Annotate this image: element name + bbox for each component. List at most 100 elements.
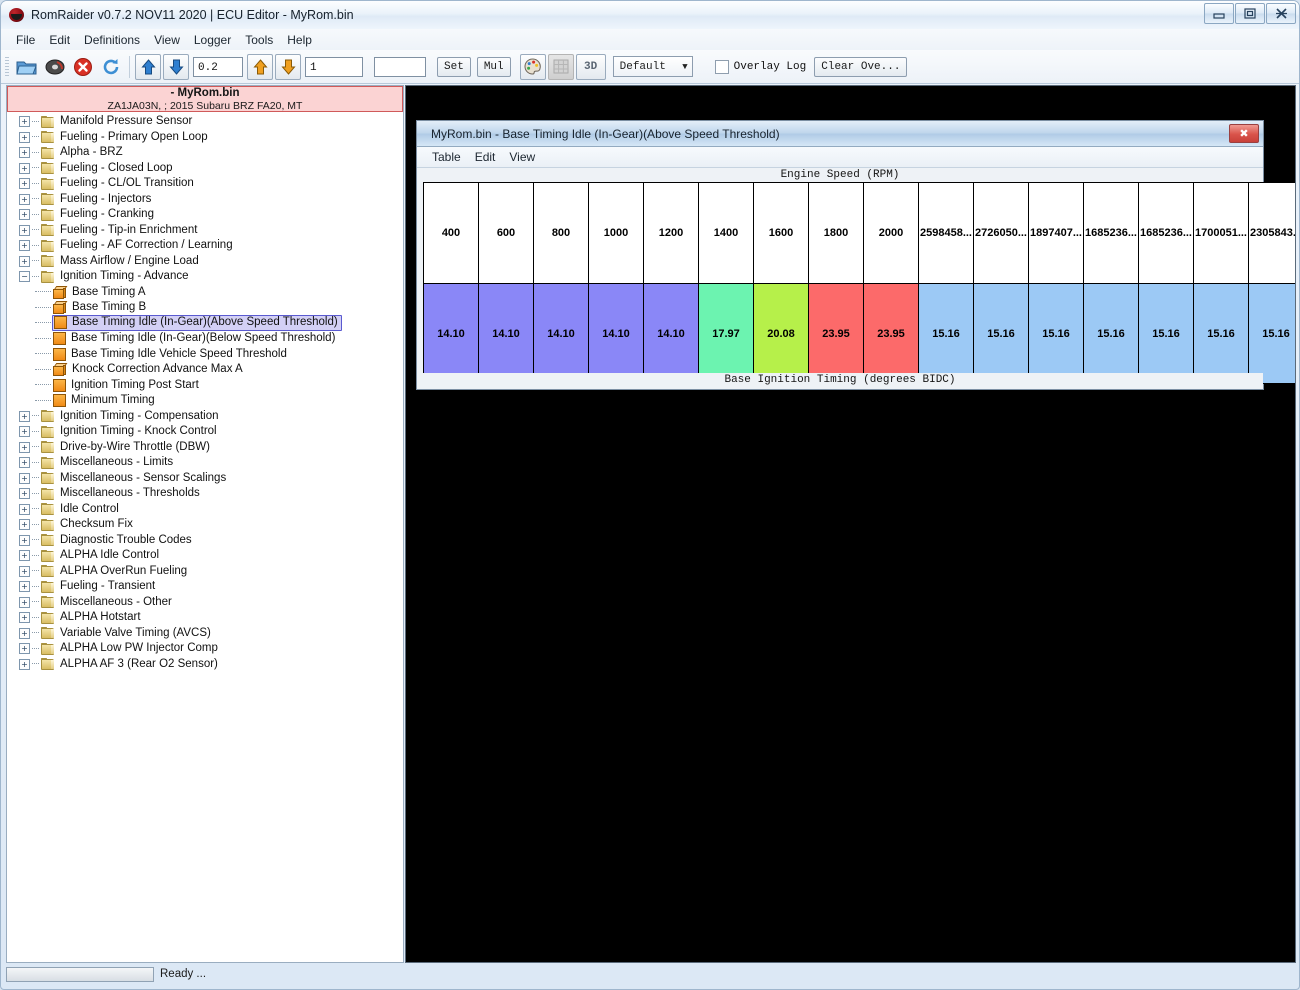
refresh-image-icon[interactable] xyxy=(98,54,124,80)
tree-item-base-timing-idle-in-gear-below-speed-thresho[interactable]: Base Timing Idle (In-Gear)(Below Speed T… xyxy=(7,331,403,347)
table-window-titlebar[interactable]: MyRom.bin - Base Timing Idle (In-Gear)(A… xyxy=(417,121,1263,147)
table-data-cell[interactable]: 14.10 xyxy=(588,283,644,384)
table-data-cell[interactable]: 15.16 xyxy=(1193,283,1249,384)
menu-item-help[interactable]: Help xyxy=(280,31,319,49)
tree-expand-icon[interactable]: + xyxy=(19,581,30,593)
table-data-cell[interactable]: 20.08 xyxy=(753,283,809,384)
tree-item-fueling-tip-in-enrichment[interactable]: + Fueling - Tip-in Enrichment xyxy=(7,223,403,239)
table-data-cell[interactable]: 23.95 xyxy=(863,283,919,384)
tree-item-alpha-idle-control[interactable]: + ALPHA Idle Control xyxy=(7,548,403,564)
layout-select[interactable]: Default ▼ xyxy=(612,56,693,77)
tree-item-fueling-cl-ol-transition[interactable]: + Fueling - CL/OL Transition xyxy=(7,176,403,192)
menu-item-tools[interactable]: Tools xyxy=(238,31,280,49)
table-data-cell[interactable]: 14.10 xyxy=(533,283,589,384)
tree-item-alpha-af-3-rear-o2-sensor[interactable]: + ALPHA AF 3 (Rear O2 Sensor) xyxy=(7,657,403,673)
tree-item-ignition-timing-knock-control[interactable]: + Ignition Timing - Knock Control xyxy=(7,424,403,440)
table-header-cell[interactable]: 1685236... xyxy=(1138,182,1194,284)
rom-header[interactable]: - MyRom.bin ZA1JA03N, ; 2015 Subaru BRZ … xyxy=(7,86,403,112)
table-data-cell[interactable]: 15.16 xyxy=(973,283,1029,384)
table-data-cell[interactable]: 17.97 xyxy=(698,283,754,384)
table-data-cell[interactable]: 15.16 xyxy=(1138,283,1194,384)
tree-item-checksum-fix[interactable]: + Checksum Fix xyxy=(7,517,403,533)
tree-item-ignition-timing-compensation[interactable]: + Ignition Timing - Compensation xyxy=(7,409,403,425)
tree-item-idle-control[interactable]: + Idle Control xyxy=(7,502,403,518)
close-image-icon[interactable] xyxy=(70,54,96,80)
tree-expand-icon[interactable]: + xyxy=(19,519,30,531)
tree-item-minimum-timing[interactable]: Minimum Timing xyxy=(7,393,403,409)
tree-expand-icon[interactable]: + xyxy=(19,162,30,174)
table-header-cell[interactable]: 2305843... xyxy=(1248,182,1295,284)
fine-increment-input[interactable]: 0.2 xyxy=(193,56,243,77)
table-header-cell[interactable]: 1600 xyxy=(753,182,809,284)
tree-item-base-timing-b[interactable]: Base Timing B xyxy=(7,300,403,316)
overlay-log-checkbox[interactable] xyxy=(714,59,729,74)
tree-item-miscellaneous-sensor-scalings[interactable]: + Miscellaneous - Sensor Scalings xyxy=(7,471,403,487)
tree-expand-icon[interactable]: + xyxy=(19,565,30,577)
tree-item-miscellaneous-limits[interactable]: + Miscellaneous - Limits xyxy=(7,455,403,471)
table-header-cell[interactable]: 1685236... xyxy=(1083,182,1139,284)
tree-expand-icon[interactable]: + xyxy=(19,426,30,438)
tree-expand-icon[interactable]: + xyxy=(19,441,30,453)
tree-expand-icon[interactable]: + xyxy=(19,612,30,624)
tree-expand-icon[interactable]: + xyxy=(19,534,30,546)
menu-item-file[interactable]: File xyxy=(9,31,42,49)
tree-expand-icon[interactable]: + xyxy=(19,457,30,469)
tree-expand-icon[interactable]: + xyxy=(19,147,30,159)
table-header-cell[interactable]: 2598458... xyxy=(918,182,974,284)
table-header-cell[interactable]: 600 xyxy=(478,182,534,284)
orange-arrow-down-icon[interactable] xyxy=(275,53,301,80)
color-palette-icon[interactable] xyxy=(519,53,546,80)
close-icon[interactable]: ✖ xyxy=(1229,124,1259,143)
open-image-icon[interactable] xyxy=(14,54,40,80)
tree-item-fueling-primary-open-loop[interactable]: + Fueling - Primary Open Loop xyxy=(7,130,403,146)
tree-item-miscellaneous-thresholds[interactable]: + Miscellaneous - Thresholds xyxy=(7,486,403,502)
threed-button[interactable]: 3D xyxy=(575,53,606,80)
table-header-cell[interactable]: 1800 xyxy=(808,182,864,284)
tree-item-alpha-hotstart[interactable]: + ALPHA Hotstart xyxy=(7,610,403,626)
tree-item-diagnostic-trouble-codes[interactable]: + Diagnostic Trouble Codes xyxy=(7,533,403,549)
tree-item-base-timing-idle-in-gear-above-speed-thresho[interactable]: Base Timing Idle (In-Gear)(Above Speed T… xyxy=(7,315,403,332)
tree-item-miscellaneous-other[interactable]: + Miscellaneous - Other xyxy=(7,595,403,611)
tree-item-fueling-injectors[interactable]: + Fueling - Injectors xyxy=(7,192,403,208)
tree-expand-icon[interactable]: + xyxy=(19,627,30,639)
tree-item-fueling-af-correction-learning[interactable]: + Fueling - AF Correction / Learning xyxy=(7,238,403,254)
tree-expand-icon[interactable]: + xyxy=(19,488,30,500)
set-button[interactable]: Set xyxy=(437,56,471,77)
table-header-cell[interactable]: 1400 xyxy=(698,182,754,284)
coarse-increment-input[interactable]: 1 xyxy=(305,56,363,77)
table-data-cell[interactable]: 15.16 xyxy=(1248,283,1295,384)
orange-arrow-up-icon[interactable] xyxy=(247,53,273,80)
menu-item-view[interactable]: View xyxy=(147,31,187,49)
table-data-cell[interactable]: 15.16 xyxy=(1083,283,1139,384)
tree-expand-icon[interactable]: + xyxy=(19,131,30,143)
tree-item-alpha-low-pw-injector-comp[interactable]: + ALPHA Low PW Injector Comp xyxy=(7,641,403,657)
tree-item-alpha-overrun-fueling[interactable]: + ALPHA OverRun Fueling xyxy=(7,564,403,580)
tree-expand-icon[interactable]: + xyxy=(19,550,30,562)
table-header-cell[interactable]: 1897407... xyxy=(1028,182,1084,284)
toolbar-grip[interactable] xyxy=(5,56,9,77)
table-data-cell[interactable]: 15.16 xyxy=(1028,283,1084,384)
tree-expand-icon[interactable]: + xyxy=(19,643,30,655)
tree-item-fueling-transient[interactable]: + Fueling - Transient xyxy=(7,579,403,595)
table-data-cell[interactable]: 15.16 xyxy=(918,283,974,384)
table-data-cell[interactable]: 14.10 xyxy=(643,283,699,384)
tree-item-drive-by-wire-throttle-dbw[interactable]: + Drive-by-Wire Throttle (DBW) xyxy=(7,440,403,456)
clear-overlay-button[interactable]: Clear Ove... xyxy=(814,56,908,77)
table-data-cell[interactable]: 14.10 xyxy=(478,283,534,384)
tree-item-base-timing-idle-vehicle-speed-threshold[interactable]: Base Timing Idle Vehicle Speed Threshold xyxy=(7,347,403,363)
table-header-cell[interactable]: 400 xyxy=(423,182,479,284)
tree-item-mass-airflow-engine-load[interactable]: + Mass Airflow / Engine Load xyxy=(7,254,403,270)
tree-expand-icon[interactable]: + xyxy=(19,596,30,608)
table-menu-item-table[interactable]: Table xyxy=(425,148,468,166)
tree-item-fueling-closed-loop[interactable]: + Fueling - Closed Loop xyxy=(7,161,403,177)
tree-expand-icon[interactable]: + xyxy=(19,503,30,515)
blue-arrow-up-icon[interactable] xyxy=(135,53,161,80)
menu-item-definitions[interactable]: Definitions xyxy=(77,31,147,49)
tree-item-variable-valve-timing-avcs[interactable]: + Variable Valve Timing (AVCS) xyxy=(7,626,403,642)
tree-item-manifold-pressure-sensor[interactable]: + Manifold Pressure Sensor xyxy=(7,114,403,130)
tree-expand-icon[interactable]: + xyxy=(19,658,30,670)
tree-expand-icon[interactable]: + xyxy=(19,116,30,128)
table-data-cell[interactable]: 14.10 xyxy=(423,283,479,384)
tree-item-alpha-brz[interactable]: + Alpha - BRZ xyxy=(7,145,403,161)
table-menu-item-view[interactable]: View xyxy=(502,148,542,166)
